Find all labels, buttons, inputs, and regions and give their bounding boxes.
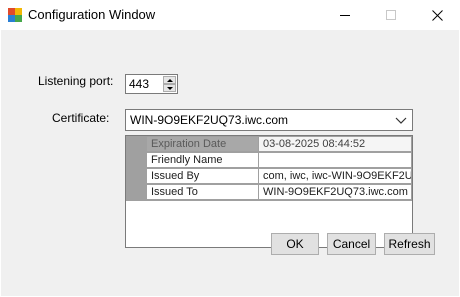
detail-key-issued-by[interactable]: Issued By <box>147 169 259 184</box>
port-spinner[interactable] <box>163 76 176 92</box>
row-header[interactable] <box>127 169 147 184</box>
port-increment-button[interactable] <box>163 76 176 84</box>
listening-port-label: Listening port: <box>38 74 114 88</box>
certificate-label: Certificate: <box>52 111 110 125</box>
cancel-button[interactable]: Cancel <box>327 233 376 255</box>
configuration-window: Configuration Window Listening port: 443 <box>0 0 460 297</box>
close-icon <box>431 9 443 21</box>
arrow-down-icon <box>166 86 173 90</box>
maximize-icon <box>386 10 396 20</box>
row-header[interactable] <box>127 185 147 200</box>
port-decrement-button[interactable] <box>163 84 176 92</box>
minimize-icon <box>340 14 350 16</box>
certificate-details-grid[interactable]: Expiration Date 03-08-2025 08:44:52 Frie… <box>125 135 413 248</box>
title-bar[interactable]: Configuration Window <box>0 0 460 30</box>
refresh-button[interactable]: Refresh <box>384 233 435 255</box>
app-icon <box>8 8 22 22</box>
listening-port-value[interactable]: 443 <box>129 77 149 91</box>
chevron-down-icon[interactable] <box>394 113 408 127</box>
arrow-up-icon <box>166 78 173 82</box>
minimize-button[interactable] <box>322 0 368 30</box>
listening-port-stepper[interactable]: 443 <box>125 74 178 94</box>
detail-value-expiration-date[interactable]: 03-08-2025 08:44:52 <box>259 137 412 152</box>
ok-button[interactable]: OK <box>271 233 319 255</box>
detail-value-issued-to[interactable]: WIN-9O9EKF2UQ73.iwc.com <box>259 185 412 200</box>
row-header[interactable] <box>127 137 147 152</box>
row-header[interactable] <box>127 153 147 168</box>
detail-key-friendly-name[interactable]: Friendly Name <box>147 153 259 168</box>
certificate-dropdown[interactable]: WIN-9O9EKF2UQ73.iwc.com <box>125 109 413 131</box>
maximize-button <box>368 0 414 30</box>
detail-key-expiration-date[interactable]: Expiration Date <box>147 137 259 152</box>
detail-key-issued-to[interactable]: Issued To <box>147 185 259 200</box>
certificate-selected-value: WIN-9O9EKF2UQ73.iwc.com <box>130 113 289 127</box>
close-button[interactable] <box>414 0 460 30</box>
window-title: Configuration Window <box>28 7 156 22</box>
detail-value-friendly-name[interactable] <box>259 153 412 168</box>
detail-value-issued-by[interactable]: com, iwc, iwc-WIN-9O9EKF2U <box>259 169 412 184</box>
client-area: Listening port: 443 Certificate: WIN-9O9… <box>1 30 459 296</box>
